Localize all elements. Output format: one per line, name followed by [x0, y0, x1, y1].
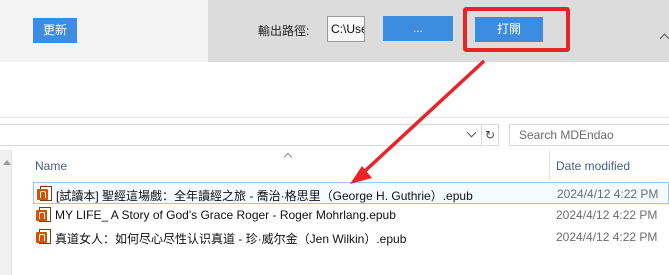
file-row[interactable]: 真道女人：如何尽心尽性认识真道 - 珍·威尔金（Jen Wilkin）.epub… — [33, 226, 669, 248]
file-date-modified: 2024/4/12 4:22 PM — [557, 187, 659, 201]
address-bar[interactable] — [0, 124, 483, 146]
file-name: [試讀本] 聖經這場戲：全年讀經之旅 - 喬治·格思里（George H. Gu… — [56, 189, 473, 203]
file-row[interactable]: [試讀本] 聖經這場戲：全年讀經之旅 - 喬治·格思里（George H. Gu… — [33, 182, 669, 204]
epub-file-icon — [36, 207, 51, 222]
file-date-modified: 2024/4/12 4:22 PM — [556, 208, 658, 222]
navigation-pane[interactable] — [0, 150, 12, 275]
explorer-ribbon — [0, 62, 669, 118]
sort-ascending-icon — [284, 152, 294, 160]
column-header-date-modified[interactable]: Date modified — [556, 159, 630, 173]
file-name: 真道女人：如何尽心尽性认识真道 - 珍·威尔金（Jen Wilkin）.epub — [55, 232, 407, 246]
browse-button[interactable]: ... — [383, 16, 453, 41]
highlight-annotation-box — [463, 7, 570, 52]
epub-file-icon — [36, 229, 51, 244]
app-left-panel: 更新 — [0, 0, 208, 62]
file-date-modified: 2024/4/12 4:22 PM — [556, 230, 658, 244]
refresh-icon[interactable]: ↻ — [481, 124, 499, 146]
chevron-up-icon[interactable] — [659, 31, 669, 45]
column-header-name[interactable]: Name — [35, 159, 67, 173]
search-input[interactable]: Search MDEndao — [509, 124, 669, 146]
file-name: MY LIFE_ A Story of God's Grace Roger - … — [55, 208, 396, 222]
epub-file-icon — [37, 186, 52, 201]
file-row[interactable]: MY LIFE_ A Story of God's Grace Roger - … — [33, 204, 669, 226]
update-button[interactable]: 更新 — [33, 18, 77, 43]
chevron-down-icon[interactable] — [466, 128, 478, 140]
output-path-label: 輸出路徑: — [258, 24, 310, 38]
output-path-input[interactable]: C:\Use — [327, 16, 365, 42]
column-divider[interactable] — [549, 150, 550, 180]
